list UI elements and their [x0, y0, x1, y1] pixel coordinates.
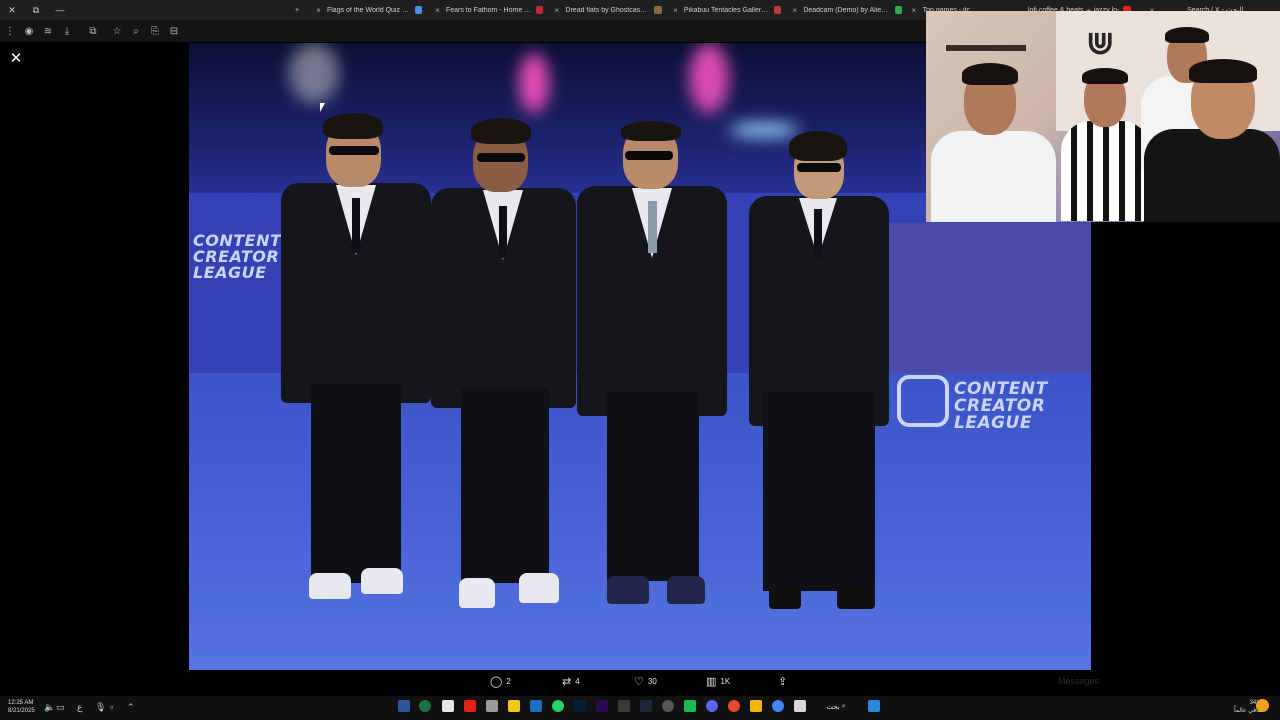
mouse-cursor-icon — [320, 103, 325, 112]
close-window-icon[interactable]: ✕ — [0, 0, 24, 20]
game-icon — [773, 6, 781, 14]
reply-button[interactable]: ◯ 2 — [490, 675, 511, 688]
tab-close-icon[interactable]: × — [314, 6, 323, 15]
webcam-shelf — [946, 45, 1026, 51]
repost-icon: ⇄ — [562, 676, 572, 688]
share-button[interactable]: ⇪ — [778, 675, 787, 688]
sun-icon — [1256, 699, 1269, 712]
store-icon[interactable] — [442, 700, 454, 712]
chevron-up-icon[interactable]: ⌃ — [127, 702, 135, 713]
person — [577, 121, 727, 621]
post-actions: ◯ 2 ⇄ 4 ♡ 30 ▥ 1K ⇪ Messages — [0, 675, 1280, 691]
volume-icon[interactable]: 🔈 — [44, 702, 55, 713]
menu-icon[interactable]: ⋮ — [1, 22, 19, 40]
download-icon[interactable]: ⤓ — [58, 22, 76, 40]
premiere-icon[interactable] — [596, 700, 608, 712]
tab-close-icon[interactable]: × — [433, 6, 442, 15]
reply-icon: ◯ — [490, 676, 503, 688]
taskbar-search[interactable]: بحث ⌕ — [818, 700, 854, 714]
puzzle-icon[interactable]: ⧉ — [84, 22, 102, 40]
language-icon[interactable]: ع — [77, 702, 82, 713]
tab-close-icon[interactable]: × — [671, 6, 680, 15]
streamer — [1136, 59, 1280, 222]
obs-icon[interactable] — [662, 700, 674, 712]
tab-close-icon[interactable]: × — [790, 6, 799, 15]
stage-light — [289, 43, 339, 103]
heart-icon: ♡ — [634, 676, 644, 688]
tab-close-icon[interactable]: × — [909, 6, 919, 15]
tab-close-icon[interactable]: × — [552, 6, 561, 15]
photoshop-icon[interactable] — [574, 700, 586, 712]
install-icon[interactable]: ⊟ — [165, 22, 183, 40]
team-logo-icon: ⋓ — [1086, 23, 1115, 63]
extensions-icon[interactable]: ≋ — [39, 22, 57, 40]
youtube-icon[interactable] — [464, 700, 476, 712]
like-button[interactable]: ♡ 30 — [634, 675, 657, 688]
whatsapp-icon[interactable] — [552, 700, 564, 712]
person — [431, 118, 576, 623]
search-icon: ⌕ — [841, 703, 846, 710]
views-icon: ▥ — [706, 676, 717, 688]
chrome-icon[interactable] — [728, 700, 740, 712]
word-icon[interactable] — [398, 700, 410, 712]
webcam-overlay: ⋓ — [926, 11, 1280, 222]
tab-dread-flats[interactable]: × Dread flats by Ghostcase001 — [552, 2, 662, 18]
new-tab-button[interactable]: + — [295, 2, 299, 18]
stage-light — [519, 53, 549, 113]
microphone-icon[interactable]: 🎙 — [95, 702, 106, 713]
usb-icon[interactable] — [486, 700, 498, 712]
keyboard-icon[interactable]: ▫ — [110, 702, 113, 712]
tab-pikabuu[interactable]: × Pikabuu Tentacles Gallery by Y — [671, 2, 781, 18]
clipboard-icon[interactable] — [794, 700, 806, 712]
messages-label[interactable]: Messages — [1058, 676, 1099, 686]
views-button[interactable]: ▥ 1K — [706, 675, 730, 688]
league-banner-right: CONTENT CREATOR LEAGUE — [954, 379, 1048, 433]
game-icon — [654, 6, 662, 14]
xbox-icon[interactable] — [419, 700, 431, 712]
discord-icon[interactable] — [706, 700, 718, 712]
person — [281, 113, 431, 623]
tab-deadcam[interactable]: × Deadcam (Demo) by Alien Big — [790, 2, 902, 18]
star-icon[interactable]: ☆ — [108, 22, 126, 40]
network-icon[interactable]: ▭ — [56, 702, 65, 713]
paint-icon[interactable] — [530, 700, 542, 712]
stage-light — [689, 43, 729, 113]
tab-fears-to-fathom[interactable]: × Fears to Fathom - Home Alone — [433, 2, 543, 18]
share-page-icon[interactable]: ⎘ — [146, 22, 164, 40]
minimize-window-icon[interactable]: — — [48, 0, 72, 20]
terminal-icon[interactable] — [618, 700, 630, 712]
steam-icon[interactable] — [640, 700, 652, 712]
taskbar-clock[interactable]: 12:25 AM 8/21/2025 — [8, 699, 35, 715]
profile-icon[interactable]: ◉ — [20, 22, 38, 40]
repost-button[interactable]: ⇄ 4 — [562, 675, 580, 688]
itch-icon — [535, 6, 543, 14]
file-explorer-icon[interactable] — [750, 700, 762, 712]
close-icon[interactable]: ✕ — [8, 51, 24, 67]
windows-start-icon[interactable] — [868, 700, 880, 712]
notes-icon[interactable] — [508, 700, 520, 712]
tab-flags-quiz[interactable]: × Flags of the World Quiz - Worl — [314, 2, 422, 18]
share-icon: ⇪ — [778, 676, 788, 688]
streamer — [926, 61, 1056, 222]
globe-icon — [414, 6, 422, 14]
zoom-icon[interactable]: ⌕ — [127, 22, 145, 40]
league-banner-left: CONTENT CREATOR LEAGUE — [193, 231, 282, 282]
restore-window-icon[interactable]: ⧉ — [24, 0, 48, 20]
spotify-icon[interactable] — [684, 700, 696, 712]
league-logo-icon — [897, 375, 949, 427]
person — [749, 131, 889, 621]
game-icon — [894, 6, 902, 14]
browser-icon[interactable] — [772, 700, 784, 712]
